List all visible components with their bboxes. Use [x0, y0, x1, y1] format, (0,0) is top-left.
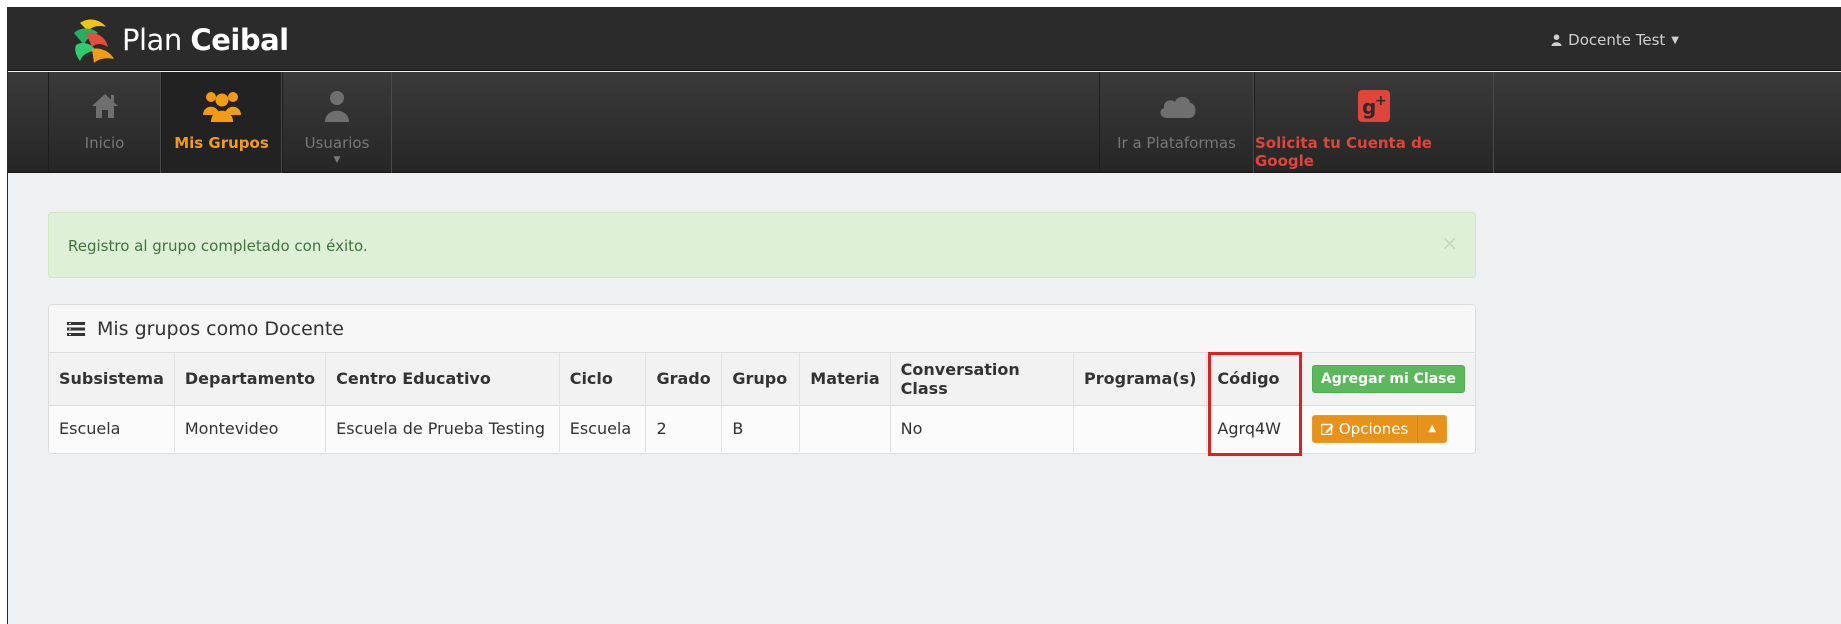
cell-conversation-class: No: [890, 405, 1075, 452]
cloud-icon: [1157, 88, 1197, 124]
add-class-button[interactable]: Agregar mi Clase: [1311, 364, 1465, 393]
user-menu[interactable]: Docente Test ▼: [1551, 31, 1679, 49]
nav-label-inicio: Inicio: [84, 134, 125, 152]
app-window: Plan Ceibal Docente Test ▼ Inicio Mis Gr…: [7, 7, 1841, 624]
col-grado: Grado: [645, 353, 723, 405]
groups-table: Subsistema Departamento Centro Educativo…: [49, 353, 1475, 452]
col-actions: Agregar mi Clase: [1301, 353, 1475, 405]
col-conversation-class: Conversation Class: [890, 353, 1075, 405]
nav-label-usuarios: Usuarios: [304, 134, 370, 152]
user-icon: [324, 88, 350, 124]
brand-logo[interactable]: Plan Ceibal: [66, 16, 289, 64]
col-grupo: Grupo: [721, 353, 801, 405]
cell-ciclo: Escuela: [559, 405, 647, 452]
col-programas: Programa(s): [1073, 353, 1208, 405]
cell-subsistema: Escuela: [49, 405, 175, 452]
brand-name: Plan Ceibal: [122, 23, 289, 57]
brand-name-light: Plan: [122, 23, 182, 57]
caret-down-icon: ▼: [333, 155, 341, 165]
cell-codigo: Agrq4W: [1206, 405, 1302, 452]
cell-grupo: B: [721, 405, 801, 452]
nav-item-mis-grupos[interactable]: Mis Grupos: [161, 72, 282, 173]
alert-message: Registro al grupo completado con éxito.: [68, 237, 368, 255]
col-subsistema: Subsistema: [49, 353, 175, 405]
nav-label-mis-grupos: Mis Grupos: [174, 134, 269, 152]
options-button-group: Opciones ▲: [1311, 414, 1448, 443]
col-centro-educativo: Centro Educativo: [325, 353, 560, 405]
options-dropdown-toggle[interactable]: ▲: [1417, 414, 1448, 443]
options-label: Opciones: [1338, 419, 1409, 438]
cell-departamento: Montevideo: [174, 405, 327, 452]
user-icon: [1551, 34, 1562, 46]
cell-actions: Opciones ▲: [1301, 405, 1475, 452]
col-ciclo: Ciclo: [559, 353, 647, 405]
col-codigo: Código: [1206, 353, 1302, 405]
google-plus-icon: g +: [1358, 88, 1390, 124]
home-icon: [90, 88, 120, 124]
groups-panel: Mis grupos como Docente Subsistema Depar…: [48, 304, 1476, 454]
col-materia: Materia: [799, 353, 891, 405]
options-button[interactable]: Opciones: [1311, 414, 1418, 443]
close-icon[interactable]: ×: [1441, 231, 1458, 255]
panel-title: Mis grupos como Docente: [97, 317, 344, 340]
col-departamento: Departamento: [174, 353, 327, 405]
cell-grado: 2: [645, 405, 723, 452]
nav-item-usuarios[interactable]: Usuarios ▼: [282, 72, 392, 173]
svg-text:+: +: [1375, 93, 1387, 109]
table-header-row: Subsistema Departamento Centro Educativo…: [49, 353, 1475, 405]
top-bar: Plan Ceibal Docente Test ▼: [8, 8, 1841, 71]
caret-down-icon: ▼: [1671, 34, 1679, 46]
edit-icon: [1320, 423, 1334, 435]
user-name: Docente Test: [1568, 31, 1666, 49]
users-group-icon: [202, 88, 242, 124]
main-navbar: Inicio Mis Grupos Usuarios ▼ Ir a Plataf…: [8, 72, 1841, 173]
cell-centro-educativo: Escuela de Prueba Testing: [325, 405, 560, 452]
success-alert: Registro al grupo completado con éxito. …: [48, 212, 1476, 278]
panel-header: Mis grupos como Docente: [49, 305, 1475, 353]
nav-label-google-account: Solicita tu Cuenta de Google: [1255, 134, 1432, 170]
nav-label-plataformas: Ir a Plataformas: [1117, 134, 1236, 152]
brand-name-bold: Ceibal: [190, 23, 289, 57]
table-row: Escuela Montevideo Escuela de Prueba Tes…: [49, 405, 1475, 452]
nav-item-plataformas[interactable]: Ir a Plataformas: [1099, 72, 1254, 173]
nav-item-inicio[interactable]: Inicio: [48, 72, 161, 173]
caret-up-icon: ▲: [1428, 423, 1437, 435]
list-icon: [67, 321, 85, 336]
plan-ceibal-logo-icon: [74, 19, 114, 63]
nav-item-google-account[interactable]: g + Solicita tu Cuenta de Google: [1254, 72, 1494, 173]
cell-programas: [1073, 405, 1208, 452]
cell-materia: [799, 405, 891, 452]
